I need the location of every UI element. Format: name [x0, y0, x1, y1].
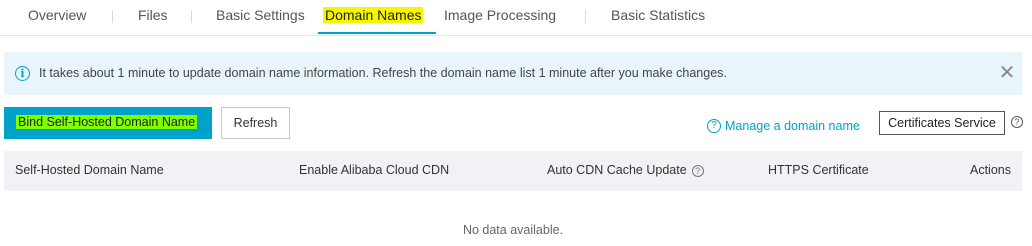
refresh-button[interactable]: Refresh: [221, 107, 290, 139]
tab-separator: [191, 10, 192, 23]
help-icon[interactable]: ?: [1011, 116, 1023, 128]
tab-files[interactable]: Files: [138, 7, 168, 23]
column-header-domain: Self-Hosted Domain Name: [15, 163, 164, 177]
tab-image-processing[interactable]: Image Processing: [444, 7, 556, 23]
tab-basic-statistics[interactable]: Basic Statistics: [611, 7, 705, 23]
info-icon: i: [15, 66, 30, 81]
bind-domain-button[interactable]: Bind Self-Hosted Domain Name: [4, 107, 212, 139]
column-header-https: HTTPS Certificate: [768, 163, 869, 177]
manage-domain-link[interactable]: ? Manage a domain name: [707, 117, 860, 133]
manage-domain-label: Manage a domain name: [725, 118, 860, 133]
column-header-actions: Actions: [970, 163, 1011, 177]
help-icon: ?: [707, 118, 721, 133]
tab-domain-names[interactable]: Domain Names: [323, 7, 424, 23]
tab-bar: Overview Files Basic Settings Domain Nam…: [0, 0, 1032, 36]
close-icon[interactable]: ✕: [996, 61, 1018, 83]
active-tab-indicator: [318, 32, 436, 34]
tab-separator: [585, 10, 586, 23]
column-header-cdn: Enable Alibaba Cloud CDN: [299, 163, 450, 177]
certificates-service-button[interactable]: Certificates Service: [879, 111, 1005, 135]
empty-state-text: No data available.: [462, 223, 564, 237]
table-header: Self-Hosted Domain Name Enable Alibaba C…: [4, 151, 1022, 191]
column-header-auto-cdn-cache: Auto CDN Cache Update?: [547, 163, 704, 177]
tab-separator: [112, 10, 113, 23]
notice-text: It takes about 1 minute to update domain…: [39, 66, 727, 80]
tab-overview[interactable]: Overview: [28, 7, 86, 23]
column-header-auto-cdn-cache-label: Auto CDN Cache Update: [547, 163, 687, 177]
tab-basic-settings[interactable]: Basic Settings: [216, 7, 305, 23]
info-notice: i It takes about 1 minute to update doma…: [4, 52, 1022, 95]
bind-domain-label: Bind Self-Hosted Domain Name: [16, 115, 198, 129]
help-icon[interactable]: ?: [691, 164, 704, 177]
